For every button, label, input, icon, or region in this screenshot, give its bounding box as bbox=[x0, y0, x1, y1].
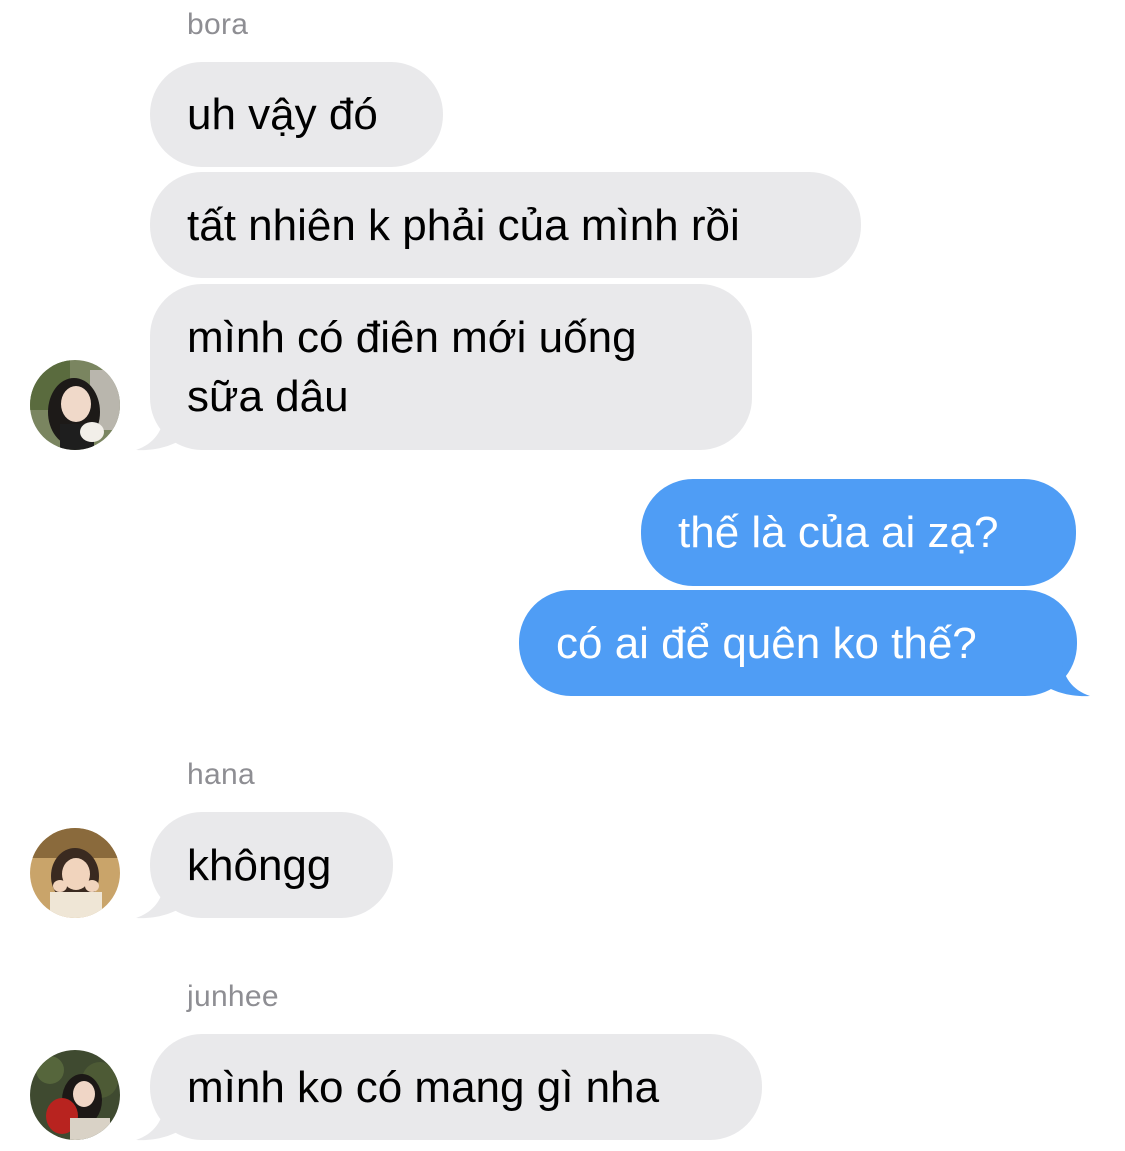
message-text: khôngg bbox=[187, 840, 332, 890]
message-bubble-outgoing[interactable]: thế là của ai zạ? bbox=[641, 479, 1076, 586]
message-text: mình có điên mới uống sữa dâu bbox=[187, 313, 637, 421]
avatar-junhee[interactable] bbox=[30, 1050, 120, 1140]
bubble-tail bbox=[136, 880, 184, 919]
message-text: uh vậy đó bbox=[187, 90, 378, 139]
bubble-tail bbox=[1042, 658, 1090, 697]
message-bubble-incoming[interactable]: mình ko có mang gì nha bbox=[150, 1034, 762, 1140]
bubble-tail bbox=[136, 1102, 184, 1141]
message-bubble-incoming[interactable]: khôngg bbox=[150, 812, 393, 918]
bubble-tail bbox=[136, 412, 184, 451]
contact-photo-icon bbox=[30, 828, 120, 918]
avatar-bora[interactable] bbox=[30, 360, 120, 450]
sender-name-bora: bora bbox=[187, 8, 249, 41]
message-bubble-incoming[interactable]: mình có điên mới uống sữa dâu bbox=[150, 284, 752, 450]
message-text: có ai để quên ko thế? bbox=[556, 618, 977, 668]
message-bubble-outgoing[interactable]: có ai để quên ko thế? bbox=[519, 590, 1077, 696]
message-text: tất nhiên k phải của mình rồi bbox=[187, 200, 740, 250]
message-text: mình ko có mang gì nha bbox=[187, 1062, 660, 1112]
sender-name-junhee: junhee bbox=[187, 980, 279, 1013]
sender-name-hana: hana bbox=[187, 758, 255, 791]
message-bubble-incoming[interactable]: tất nhiên k phải của mình rồi bbox=[150, 172, 861, 278]
avatar-hana[interactable] bbox=[30, 828, 120, 918]
message-bubble-incoming[interactable]: uh vậy đó bbox=[150, 62, 443, 167]
contact-photo-icon bbox=[30, 360, 120, 450]
message-text: thế là của ai zạ? bbox=[678, 508, 999, 557]
contact-photo-icon bbox=[30, 1050, 120, 1140]
